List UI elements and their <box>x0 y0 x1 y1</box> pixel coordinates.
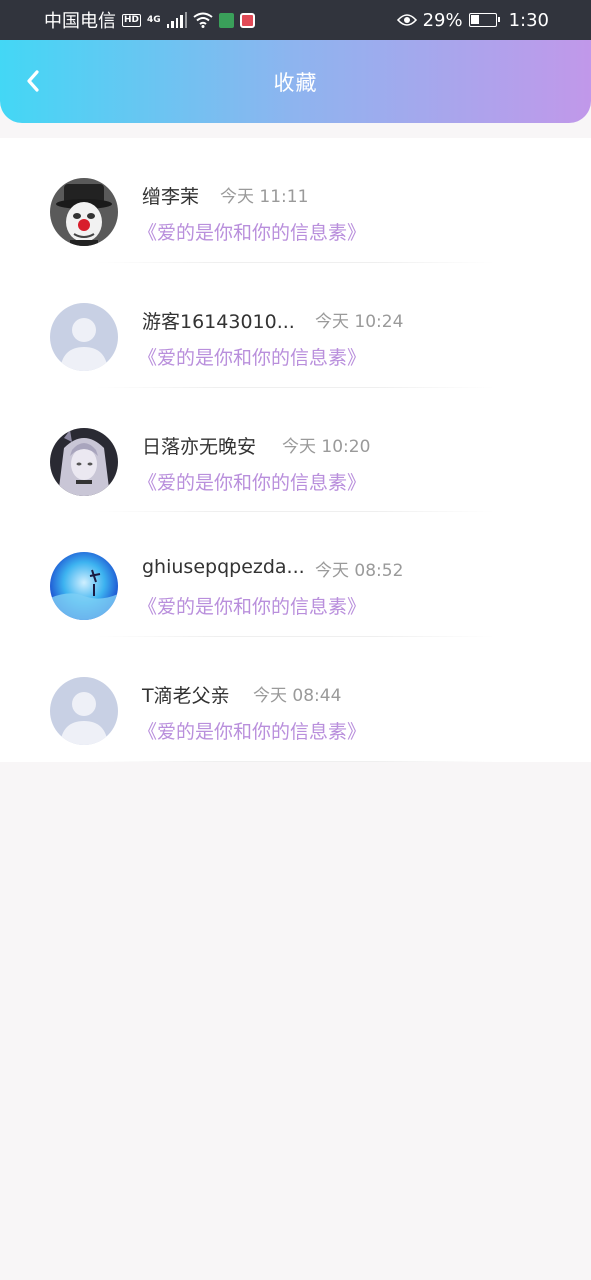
android-app-icon <box>219 12 235 28</box>
battery-icon <box>468 13 500 27</box>
divider <box>96 760 495 762</box>
eye-icon <box>396 14 417 26</box>
signal-icon <box>166 12 188 28</box>
clown-avatar[interactable] <box>50 178 118 246</box>
list-item[interactable]: ghiusepqpezda... 今天 08:52 《爱的是你和你的信息素》 <box>0 512 591 638</box>
default-avatar[interactable] <box>50 677 118 746</box>
song-title[interactable]: 《爱的是你和你的信息素》 <box>138 717 366 744</box>
favorites-list: 缯李茉 今天 11:11 《爱的是你和你的信息素》 游客16143010... … <box>0 138 591 762</box>
chevron-left-icon <box>27 70 39 92</box>
list-item[interactable]: 游客16143010... 今天 10:24 《爱的是你和你的信息素》 <box>0 263 591 388</box>
blue-scenery-avatar[interactable] <box>50 552 118 621</box>
header-bar: 收藏 <box>0 40 591 123</box>
status-bar: 中国电信 HD 4G 29% 1:30 <box>0 0 591 40</box>
page-title: 收藏 <box>273 70 318 95</box>
timestamp: 今天 10:24 <box>315 311 404 332</box>
status-left: 中国电信 HD 4G <box>44 7 256 33</box>
song-title[interactable]: 《爱的是你和你的信息素》 <box>138 468 366 495</box>
wifi-icon <box>193 12 213 28</box>
clock: 1:30 <box>508 9 549 31</box>
username[interactable]: 日落亦无晚安 <box>142 432 256 459</box>
status-right: 29% 1:30 <box>396 9 549 31</box>
anime-girl-avatar[interactable] <box>50 427 118 496</box>
timestamp: 今天 11:11 <box>220 187 309 207</box>
hd-icon: HD <box>122 13 142 27</box>
timestamp: 今天 10:20 <box>282 436 371 457</box>
battery-percent: 29% <box>422 9 463 31</box>
timestamp: 今天 08:52 <box>315 561 404 582</box>
list-item[interactable]: T滴老父亲 今天 08:44 《爱的是你和你的信息素》 <box>0 637 591 762</box>
song-title[interactable]: 《爱的是你和你的信息素》 <box>138 218 366 245</box>
carrier-label: 中国电信 <box>44 11 116 32</box>
username[interactable]: ghiusepqpezda... <box>142 556 305 578</box>
song-title[interactable]: 《爱的是你和你的信息素》 <box>138 343 366 370</box>
list-item[interactable]: 日落亦无晚安 今天 10:20 《爱的是你和你的信息素》 <box>0 388 591 513</box>
notification-app-icon <box>240 12 256 28</box>
username[interactable]: 缯李茉 <box>142 182 199 209</box>
network-label: 4G <box>147 15 161 25</box>
list-item[interactable]: 缯李茉 今天 11:11 《爱的是你和你的信息素》 <box>0 138 591 263</box>
timestamp: 今天 08:44 <box>253 686 342 707</box>
username[interactable]: T滴老父亲 <box>142 681 230 708</box>
back-button[interactable] <box>16 64 50 98</box>
username[interactable]: 游客16143010... <box>142 307 295 334</box>
default-avatar[interactable] <box>50 302 118 371</box>
song-title[interactable]: 《爱的是你和你的信息素》 <box>138 592 366 619</box>
